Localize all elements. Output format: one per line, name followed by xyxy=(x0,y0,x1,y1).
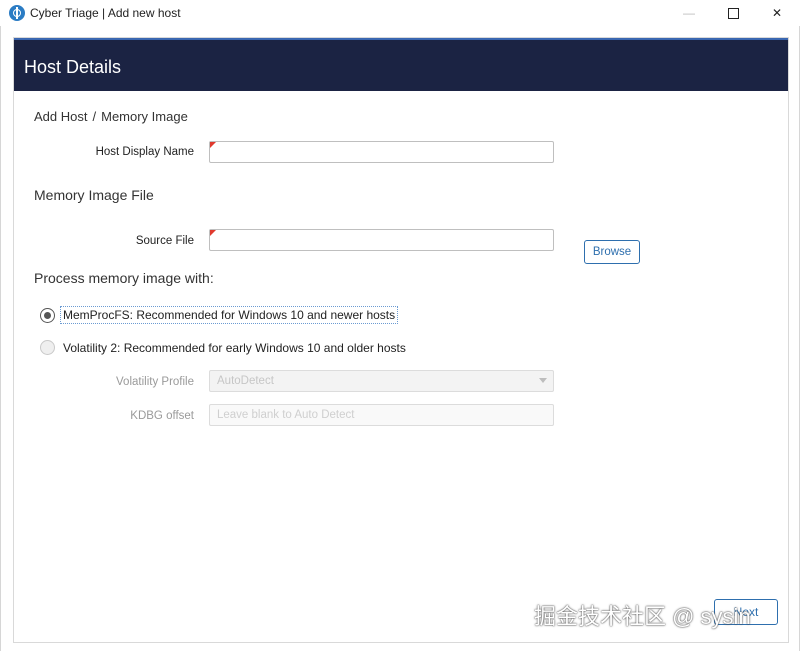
breadcrumb-item-memory-image: Memory Image xyxy=(101,109,188,124)
close-button[interactable]: ✕ xyxy=(754,0,800,26)
volatility-radio[interactable] xyxy=(40,340,55,355)
breadcrumb: Add Host / Memory Image xyxy=(34,109,188,124)
maximize-icon xyxy=(727,7,739,19)
panel-header: Host Details xyxy=(14,38,788,91)
window-titlebar: Cyber Triage | Add new host — ✕ xyxy=(0,0,800,26)
host-details-panel: Host Details Add Host / Memory Image Host … xyxy=(13,37,789,643)
volatility-profile-value: AutoDetect xyxy=(217,375,274,387)
window-client-area: Host Details Add Host / Memory Image Host … xyxy=(0,26,800,651)
source-file-label: Source File xyxy=(135,235,194,247)
required-field-marker xyxy=(210,142,216,148)
window-title: Cyber Triage | Add new host xyxy=(30,6,181,20)
memprocfs-radio[interactable] xyxy=(40,307,55,323)
memprocfs-option[interactable]: MemProcFS: Recommended for Windows 10 an… xyxy=(40,306,399,324)
volatility-option[interactable]: Volatility 2: Recommended for early Wind… xyxy=(40,340,406,355)
volatility-label: Volatility 2: Recommended for early Wind… xyxy=(63,340,406,355)
maximize-button[interactable] xyxy=(710,0,756,26)
source-file-input[interactable] xyxy=(209,229,554,251)
host-display-name-input[interactable] xyxy=(209,141,554,163)
volatility-profile-select: AutoDetect xyxy=(209,370,554,392)
memprocfs-label: MemProcFS: Recommended for Windows 10 an… xyxy=(60,306,399,324)
minimize-icon: — xyxy=(683,6,695,20)
breadcrumb-item-add-host[interactable]: Add Host xyxy=(34,109,87,124)
cyber-triage-logo-icon xyxy=(9,5,25,21)
page-title: Host Details xyxy=(24,57,122,77)
breadcrumb-separator: / xyxy=(92,109,97,124)
browse-button[interactable]: Browse xyxy=(584,240,640,264)
kdbg-offset-input xyxy=(209,404,554,426)
kdbg-offset-label: KDBG offset xyxy=(130,410,194,422)
chevron-down-icon xyxy=(539,378,547,383)
host-display-name-label: Host Display Name xyxy=(95,146,194,158)
volatility-profile-label: Volatility Profile xyxy=(116,376,194,388)
minimize-button[interactable]: — xyxy=(666,0,712,26)
process-memory-heading: Process memory image with: xyxy=(34,270,214,286)
memory-image-file-heading: Memory Image File xyxy=(34,187,154,203)
watermark-text: 掘金技术社区 @ sysin xyxy=(534,604,751,629)
required-field-marker xyxy=(210,230,216,236)
close-icon: ✕ xyxy=(771,6,783,20)
